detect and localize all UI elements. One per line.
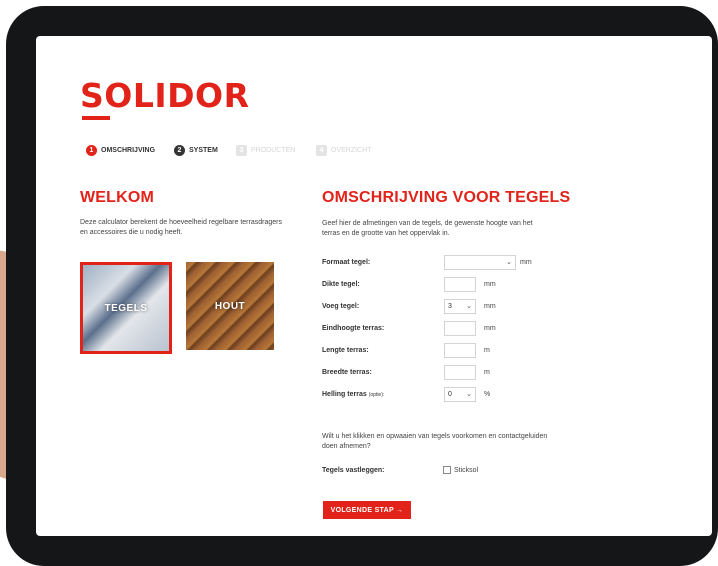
unit-dikte-tegel: mm <box>484 280 496 288</box>
input-dikte-tegel[interactable] <box>444 276 476 292</box>
tile-tegels-label: TEGELS <box>104 302 148 314</box>
input-lengte-terras[interactable] <box>444 342 476 358</box>
tile-tegels[interactable]: TEGELS <box>80 262 172 354</box>
input-eindhoogte-terras[interactable] <box>444 320 476 336</box>
label-lengte-terras: Lengte terras: <box>322 346 369 354</box>
input-breedte-terras[interactable] <box>444 364 476 380</box>
label-helling-terras: Helling terras (optie): <box>322 390 385 398</box>
label-voeg-tegel: Voeg tegel: <box>322 302 360 310</box>
label-helling-optie: (optie): <box>368 391 385 398</box>
unit-eindhoogte-terras: mm <box>484 324 496 332</box>
unit-voeg-tegel: mm <box>484 302 496 310</box>
solidor-logo: SOLIDOR <box>80 76 250 115</box>
step-label-2: SYSTEM <box>189 147 218 154</box>
chevron-down-icon: ⌄ <box>466 303 472 310</box>
select-formaat-tegel[interactable]: ⌄ <box>444 254 516 270</box>
unit-formaat-tegel: mm <box>520 258 532 266</box>
label-formaat-tegel: Formaat tegel: <box>322 258 371 266</box>
step-label-4: OVERZICHT <box>331 147 372 154</box>
step-number-2: 2 <box>174 145 185 156</box>
tile-hout[interactable]: HOUT <box>186 262 274 350</box>
step-label-1: OMSCHRIJVING <box>101 147 156 154</box>
unit-helling-terras: % <box>484 390 491 398</box>
form-intro: Geef hier de afmetingen van de tegels, d… <box>322 220 533 237</box>
unit-lengte-terras: m <box>484 346 490 354</box>
form-title: OMSCHRIJVING VOOR TEGELS <box>322 189 571 206</box>
step-number-1: 1 <box>86 145 97 156</box>
label-eindhoogte-terras: Eindhoogte terras: <box>322 324 385 332</box>
label-dikte-tegel: Dikte tegel: <box>322 280 360 288</box>
welcome-text: Deze calculator berekent de hoeveelheid … <box>80 219 282 236</box>
label-tegels-vastleggen: Tegels vastleggen: <box>322 466 385 474</box>
sticksol-checkbox[interactable] <box>443 466 451 474</box>
step-label-3: PRODUCTEN <box>251 147 296 154</box>
tile-hout-label: HOUT <box>214 300 246 312</box>
step-number-3: 3 <box>236 145 247 156</box>
welcome-title: WELKOM <box>80 189 155 206</box>
step-producten[interactable]: 3 PRODUCTEN <box>236 145 295 156</box>
chevron-down-icon: ⌄ <box>506 259 512 266</box>
step-system[interactable]: 2 SYSTEM <box>174 145 218 156</box>
unit-breedte-terras: m <box>484 368 490 376</box>
step-omschrijving[interactable]: 1 OMSCHRIJVING <box>86 145 155 156</box>
logo-underline <box>82 116 110 120</box>
select-helling-terras[interactable]: 0 ⌄ <box>444 386 476 402</box>
step-overzicht[interactable]: 4 OVERZICHT <box>316 145 371 156</box>
next-step-button[interactable]: VOLGENDE STAP → <box>323 501 411 519</box>
sticksol-option[interactable]: Sticksol <box>443 466 478 474</box>
app-screen: SOLIDOR 1 OMSCHRIJVING 2 SYSTEM 3 PRODUC… <box>36 36 712 536</box>
select-voeg-tegel[interactable]: 3 ⌄ <box>444 298 476 314</box>
tablet-frame: SOLIDOR 1 OMSCHRIJVING 2 SYSTEM 3 PRODUC… <box>6 6 718 566</box>
step-number-4: 4 <box>316 145 327 156</box>
chevron-down-icon: ⌄ <box>466 391 472 398</box>
label-breedte-terras: Breedte terras: <box>322 368 372 376</box>
question-text: Wilt u het klikken en opwaaien van tegel… <box>322 433 548 450</box>
sticksol-label: Sticksol <box>454 466 479 474</box>
